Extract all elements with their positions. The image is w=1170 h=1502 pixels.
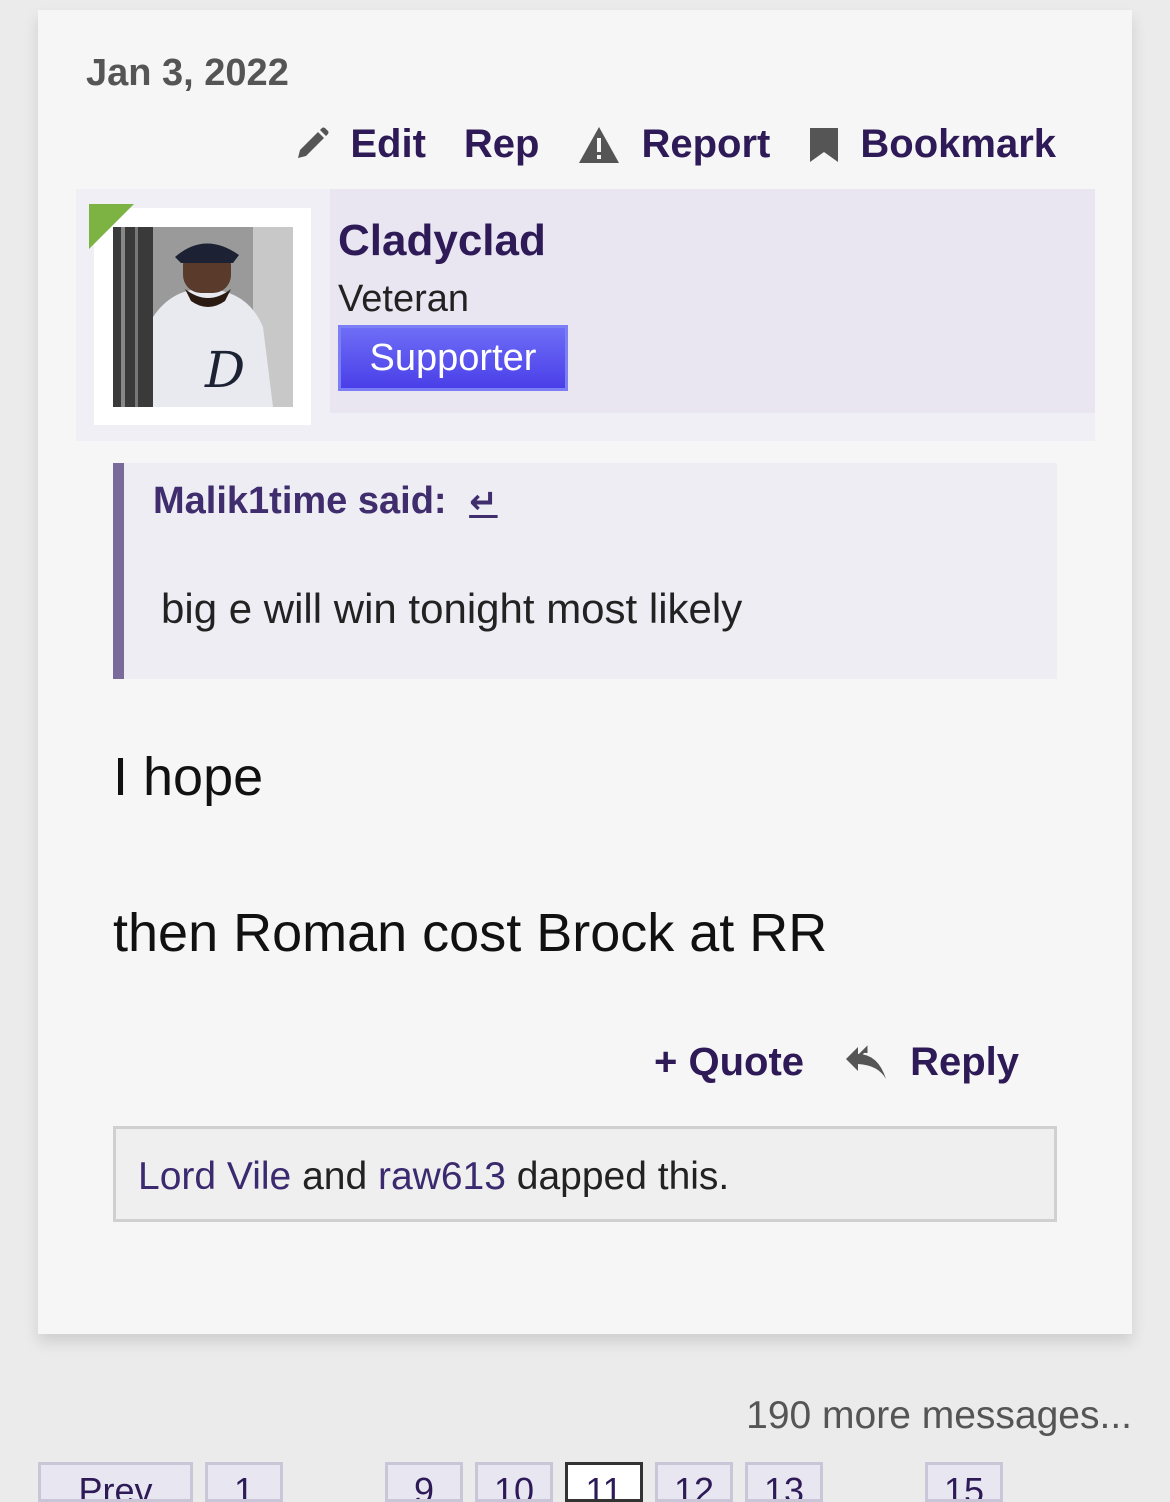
edit-button[interactable]: Edit (292, 122, 426, 167)
bookmark-button[interactable]: Bookmark (808, 122, 1056, 167)
page-link[interactable]: 12 (655, 1462, 733, 1502)
multiquote-button[interactable]: + Quote (654, 1040, 804, 1085)
page-link[interactable]: 13 (745, 1462, 823, 1502)
quote-label: + Quote (654, 1040, 805, 1084)
user-title: Veteran (338, 278, 469, 320)
quote-attribution[interactable]: Malik1time said: ↵ (153, 480, 498, 523)
bookmark-icon (808, 126, 840, 164)
report-label: Report (641, 122, 771, 166)
warning-icon (577, 125, 621, 165)
reactions-bar: Lord Vile and raw613 dapped this. (113, 1126, 1057, 1222)
post-action-bar: Edit Rep Report Bookmark (292, 122, 1056, 167)
username[interactable]: Cladyclad (338, 216, 546, 266)
page-link[interactable]: 9 (385, 1462, 463, 1502)
page-link[interactable]: 10 (475, 1462, 553, 1502)
message-line-1: I hope (113, 747, 264, 807)
avatar[interactable]: D (113, 227, 293, 407)
rep-label: Rep (463, 122, 540, 166)
post-footer-actions: + Quote Reply (614, 1040, 1019, 1085)
reply-label: Reply (910, 1040, 1019, 1084)
svg-text:D: D (204, 341, 245, 399)
reply-button[interactable]: Reply (844, 1040, 1019, 1085)
post-date[interactable]: Jan 3, 2022 (86, 52, 289, 95)
supporter-badge: Supporter (338, 325, 568, 391)
quote-text: big e will win tonight most likely (161, 585, 743, 632)
page-link[interactable]: 15 (925, 1462, 1003, 1502)
page-link[interactable]: 1 (205, 1462, 283, 1502)
pencil-icon (292, 126, 330, 164)
likes-and: and (302, 1155, 368, 1198)
likes-suffix: dapped this. (516, 1155, 730, 1198)
prev-page-button[interactable]: Prev (38, 1462, 193, 1502)
message-line-2: then Roman cost Brock at RR (113, 903, 828, 963)
rep-button[interactable]: Rep (464, 122, 540, 167)
report-button[interactable]: Report (577, 122, 770, 167)
reply-icon (844, 1043, 890, 1083)
more-messages-link[interactable]: 190 more messages... (746, 1394, 1132, 1438)
bookmark-label: Bookmark (860, 122, 1056, 166)
pagination: Prev 1 9 10 11 12 13 15 (0, 1462, 1170, 1502)
quote-author: Malik1time said: (153, 480, 447, 522)
liker-link[interactable]: Lord Vile (138, 1155, 291, 1198)
current-page[interactable]: 11 (565, 1462, 643, 1502)
jump-to-quote-icon[interactable]: ↵ (469, 482, 498, 522)
edit-label: Edit (350, 122, 426, 166)
liker-link[interactable]: raw613 (378, 1155, 506, 1198)
